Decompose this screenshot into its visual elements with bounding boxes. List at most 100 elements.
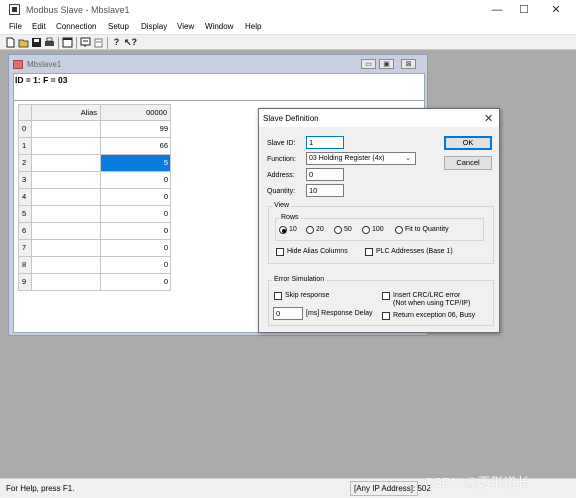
row-header[interactable]: 4 (18, 189, 32, 206)
register-value-cell[interactable]: 0 (101, 240, 171, 257)
row-header[interactable]: 3 (18, 172, 32, 189)
alias-cell[interactable] (32, 206, 101, 223)
context-help-icon[interactable]: ↖? (124, 37, 137, 48)
slave-id-input[interactable]: 1 (306, 136, 344, 149)
alias-cell[interactable] (32, 223, 101, 240)
child-close-button[interactable]: ⊠ (401, 59, 416, 69)
register-value-cell[interactable]: 0 (101, 189, 171, 206)
menu-connection[interactable]: Connection (56, 22, 96, 31)
alias-cell[interactable] (32, 240, 101, 257)
skip-response-label[interactable]: Skip response (285, 292, 329, 299)
row-header[interactable]: 7 (18, 240, 32, 257)
quantity-label: Quantity: (267, 188, 296, 195)
child-minimize-button[interactable]: ▭ (361, 59, 376, 69)
rows-20-radio[interactable] (306, 226, 314, 234)
hide-alias-checkbox[interactable] (276, 248, 284, 256)
help-icon[interactable]: ? (111, 37, 122, 48)
row-header[interactable]: 6 (18, 223, 32, 240)
register-value-cell[interactable]: 0 (101, 257, 171, 274)
row-header[interactable]: 1 (18, 138, 32, 155)
alias-cell[interactable] (32, 274, 101, 291)
address-status-text: [Any IP Address]: 502 (354, 484, 431, 493)
alias-cell[interactable] (32, 155, 101, 172)
rows-50-label[interactable]: 50 (344, 226, 352, 233)
register-value-cell[interactable]: 66 (101, 138, 171, 155)
help-status-text: For Help, press F1. (6, 484, 75, 493)
insert-crc-label[interactable]: Insert CRC/LRC error (393, 292, 460, 299)
row-header[interactable]: 5 (18, 206, 32, 223)
child-restore-button[interactable]: ▣ (379, 59, 394, 69)
menu-edit[interactable]: Edit (32, 22, 46, 31)
alias-column-header[interactable]: Alias (32, 104, 101, 121)
display-icon[interactable] (80, 37, 91, 48)
return-exception-label[interactable]: Return exception 06, Busy (393, 312, 475, 319)
menu-window[interactable]: Window (205, 22, 233, 31)
register-grid[interactable]: Alias 00000 0 99 1 66 2 5 3 0 4 0 5 0 6 0 7 0 8 0 9 0 (18, 104, 171, 291)
slave-id-function-line: ID = 1: F = 03 (15, 75, 68, 85)
slave-id-label: Slave ID: (267, 140, 296, 147)
cancel-button[interactable]: Cancel (444, 156, 492, 170)
menu-view[interactable]: View (177, 22, 194, 31)
address-input[interactable]: 0 (306, 168, 344, 181)
rows-20-label[interactable]: 20 (316, 226, 324, 233)
row-header[interactable]: 8 (18, 257, 32, 274)
window-title: Modbus Slave - Mbslave1 (26, 5, 130, 15)
alias-cell[interactable] (32, 172, 101, 189)
row-header[interactable]: 2 (18, 155, 32, 172)
rows-10-label[interactable]: 10 (289, 226, 297, 233)
watermark: CSDN @无形道长 (424, 475, 530, 490)
hide-alias-label[interactable]: Hide Alias Columns (287, 248, 348, 255)
rows-fit-label[interactable]: Fit to Quantity (405, 226, 449, 233)
chevron-down-icon: ⌄ (405, 155, 411, 162)
rows-100-label[interactable]: 100 (372, 226, 384, 233)
alias-cell[interactable] (32, 121, 101, 138)
alias-cell[interactable] (32, 189, 101, 206)
plc-addresses-label[interactable]: PLC Addresses (Base 1) (376, 248, 453, 255)
rows-100-radio[interactable] (362, 226, 370, 234)
skip-response-checkbox[interactable] (274, 292, 282, 300)
register-value-cell[interactable]: 0 (101, 206, 171, 223)
register-value-cell[interactable]: 0 (101, 223, 171, 240)
row-header[interactable]: 9 (18, 274, 32, 291)
quantity-input[interactable]: 10 (306, 184, 344, 197)
response-delay-input[interactable]: 0 (273, 307, 303, 320)
insert-crc-note: (Not when using TCP/IP) (393, 300, 471, 307)
open-icon[interactable] (18, 37, 29, 48)
close-button[interactable]: ✕ (546, 3, 566, 17)
alias-cell[interactable] (32, 138, 101, 155)
rows-fit-radio[interactable] (395, 226, 403, 234)
menu-file[interactable]: File (9, 22, 22, 31)
ok-button[interactable]: OK (444, 136, 492, 150)
row-header[interactable]: 0 (18, 121, 32, 138)
minimize-button[interactable]: — (487, 3, 507, 17)
slave-definition-dialog[interactable]: Slave Definition ✕ Slave ID: 1 Function:… (258, 108, 500, 333)
grid-corner (18, 104, 32, 121)
print-icon[interactable] (44, 37, 55, 48)
child-window-icon (13, 60, 23, 69)
menu-setup[interactable]: Setup (108, 22, 129, 31)
function-select-value: 03 Holding Register (4x) (309, 155, 385, 162)
register-value-cell[interactable]: 0 (101, 274, 171, 291)
maximize-button[interactable]: ☐ (514, 3, 534, 17)
rows-group-title: Rows (279, 214, 301, 221)
register-value-cell[interactable]: 99 (101, 121, 171, 138)
unknown-icon[interactable] (93, 37, 104, 48)
dialog-close-button[interactable]: ✕ (484, 112, 493, 125)
insert-crc-checkbox[interactable] (382, 292, 390, 300)
error-simulation-title: Error Simulation (272, 276, 327, 283)
view-group-title: View (272, 202, 292, 209)
function-select[interactable]: 03 Holding Register (4x) ⌄ (306, 152, 416, 165)
new-icon[interactable] (5, 37, 16, 48)
menu-display[interactable]: Display (141, 22, 167, 31)
rows-10-radio[interactable] (279, 226, 287, 234)
return-exception-checkbox[interactable] (382, 312, 390, 320)
alias-cell[interactable] (32, 257, 101, 274)
register-value-cell[interactable]: 0 (101, 172, 171, 189)
rows-50-radio[interactable] (334, 226, 342, 234)
value-column-header[interactable]: 00000 (101, 104, 171, 121)
menu-help[interactable]: Help (245, 22, 261, 31)
register-value-cell[interactable]: 5 (101, 155, 171, 172)
window-icon[interactable] (62, 37, 73, 48)
save-icon[interactable] (31, 37, 42, 48)
plc-addresses-checkbox[interactable] (365, 248, 373, 256)
